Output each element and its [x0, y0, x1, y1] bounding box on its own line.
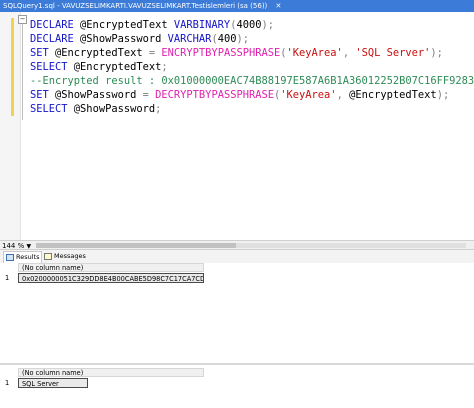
close-icon[interactable]: ✕ — [276, 2, 282, 10]
code-token: SET — [30, 89, 56, 101]
code-token: @EncryptedText — [80, 19, 174, 31]
column-header[interactable]: (No column name) — [18, 368, 204, 377]
sql-code[interactable]: DECLARE @EncryptedText VARBINARY(4000); D… — [30, 18, 474, 116]
column-header[interactable]: (No column name) — [18, 263, 204, 272]
tab-messages[interactable]: Messages — [42, 251, 88, 262]
tab-results[interactable]: Results — [3, 251, 43, 263]
code-token: DECRYPTBYPASSPHRASE — [155, 89, 274, 101]
code-token: @ShowPassword — [55, 89, 143, 101]
grid-icon — [6, 253, 14, 261]
tab-messages-label: Messages — [54, 252, 86, 260]
code-token: , — [342, 47, 356, 59]
message-icon — [44, 252, 52, 260]
code-token: DECLARE — [30, 19, 81, 31]
editor-gutter — [0, 12, 21, 240]
code-token: --Encrypted result : 0x01000000EAC74B881… — [30, 75, 474, 87]
code-token: ; — [155, 103, 162, 115]
code-token: VARBINARY — [173, 19, 231, 31]
code-token: 'SQL Server' — [355, 47, 431, 59]
code-token: VARCHAR — [167, 33, 212, 45]
code-line[interactable]: DECLARE @ShowPassword VARCHAR(400); — [30, 32, 474, 46]
query-tab-title: SQLQuery1.sql - VAVUZSELIMKARTI.VAVUZSEL… — [3, 2, 268, 10]
code-line[interactable]: --Encrypted result : 0x01000000EAC74B881… — [30, 74, 474, 88]
outline-line — [22, 20, 23, 120]
code-token: @EncryptedText — [55, 47, 149, 59]
chevron-down-icon[interactable]: ▼ — [26, 243, 31, 250]
code-line[interactable]: SELECT @EncryptedText; — [30, 60, 474, 74]
code-token: 4000 — [236, 19, 262, 31]
code-token: SELECT — [30, 103, 74, 115]
result-cell[interactable]: 0x0200000051C329DD8E4B00CABE5D98C7C17CA7… — [18, 273, 204, 283]
code-token: 'KeyArea' — [286, 47, 343, 59]
tab-results-label: Results — [16, 253, 40, 261]
code-token: ); — [430, 47, 443, 59]
collapse-icon[interactable]: − — [18, 15, 27, 24]
code-token: @ShowPassword — [80, 33, 168, 45]
code-line[interactable]: SET @EncryptedText = ENCRYPTBYPASSPHRASE… — [30, 46, 474, 60]
code-line[interactable]: SET @ShowPassword = DECRYPTBYPASSPHRASE(… — [30, 88, 474, 102]
result-cell[interactable]: SQL Server — [18, 378, 88, 388]
row-number[interactable]: 1 — [5, 379, 9, 388]
code-token: DECLARE — [30, 33, 81, 45]
results-tab-bar: Results Messages — [0, 250, 474, 264]
code-token: ENCRYPTBYPASSPHRASE — [161, 47, 281, 59]
horizontal-scrollbar[interactable] — [36, 243, 466, 248]
row-number[interactable]: 1 — [5, 274, 9, 283]
code-token: SET — [30, 47, 56, 59]
change-marker — [11, 18, 14, 116]
code-token: 400 — [217, 33, 237, 45]
code-token: ); — [436, 89, 450, 101]
result-grid-1[interactable]: (No column name) 1 0x0200000051C329DD8E4… — [0, 263, 474, 363]
code-token: = — [142, 89, 156, 101]
code-token: , — [336, 89, 350, 101]
code-token: ); — [236, 33, 249, 45]
query-tab[interactable]: SQLQuery1.sql - VAVUZSELIMKARTI.VAVUZSEL… — [0, 0, 474, 12]
editor-statusbar: 144 % ▼ — [0, 240, 474, 250]
scrollbar-thumb[interactable] — [36, 243, 236, 248]
code-token: ); — [261, 19, 275, 31]
code-token: ; — [161, 61, 168, 73]
code-token: 'KeyArea' — [280, 89, 337, 101]
query-editor[interactable]: − DECLARE @EncryptedText VARBINARY(4000)… — [0, 12, 474, 240]
code-line[interactable]: DECLARE @EncryptedText VARBINARY(4000); — [30, 18, 474, 32]
zoom-value: 144 % — [2, 242, 25, 250]
result-grid-2[interactable]: (No column name) 1 SQL Server — [0, 363, 474, 408]
code-token: @EncryptedText — [349, 89, 437, 101]
code-token: @EncryptedText — [73, 61, 162, 73]
code-token: @ShowPassword — [73, 103, 156, 115]
code-line[interactable]: SELECT @ShowPassword; — [30, 102, 474, 116]
code-token: = — [148, 47, 162, 59]
code-token: SELECT — [30, 61, 74, 73]
